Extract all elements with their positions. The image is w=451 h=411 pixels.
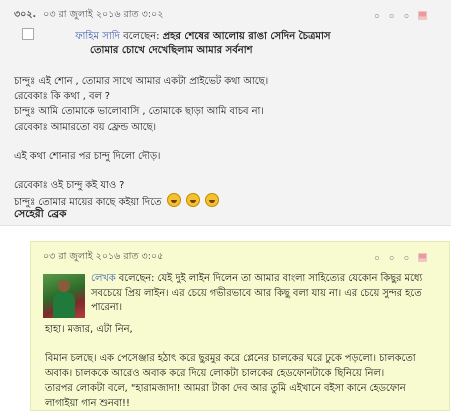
reply-count[interactable]: ০ [403, 251, 409, 266]
body-line: তারপর লোকটা বলে, "হারামজাদা! আমরা টাকা দ… [45, 383, 406, 409]
said-label: বলেছেন: [118, 273, 155, 284]
body-line-with-emoticons: চান্দুঃ তোমার মায়ের কাছে কইয়া দিতে [14, 193, 439, 210]
body-line: হাহা। মজার, এটা নিন, [45, 324, 133, 335]
signature: সেহেরী ব্রেক [14, 208, 67, 220]
author-link[interactable]: ফাহিম সাদি [75, 31, 120, 42]
comment-reply: ০৩ রা জুলাই ২০১৬ রাত ৩:০৫ ০ ০ ০ লেখক বলে… [30, 241, 450, 411]
said-label: বলেছেন: [123, 31, 160, 42]
reply-count[interactable]: ০ [403, 9, 409, 24]
comment-title-line1: প্রহর শেষের আলোয় রাঙা সেদিন চৈত্রমাস [162, 31, 331, 42]
dislike-count[interactable]: ০ [389, 9, 395, 24]
flag-icon[interactable] [418, 253, 428, 264]
comment-header: লেখক বলেছেন: যেই দুই লাইন দিলেন তা আমার … [91, 272, 441, 316]
comment-header: ফাহিম সাদি বলেছেন: প্রহর শেষের আলোয় রাঙ… [22, 28, 442, 44]
dislike-count[interactable]: ০ [389, 251, 395, 266]
laughing-emoticon-icon [204, 193, 219, 208]
comment-tools: ০ ০ ০ [368, 251, 428, 266]
comment-number: ৩০২. [14, 9, 37, 20]
comment-meta: ৩০২. ০৩ রা জুলাই ২০১৬ রাত ৩:০২ [14, 8, 163, 23]
body-line: রেবেকাঃ ওই চান্দু কই যাও ? [14, 180, 125, 192]
body-line: রেবেকাঃ আমারতো বয় ফ্রেন্ড আছে। [14, 121, 157, 133]
comment-tools: ০ ০ ০ [368, 9, 428, 24]
body-line: এই কথা শোনার পর চান্দু দিলো দৌড়। [14, 150, 161, 162]
comment-body: হাহা। মজার, এটা নিন, বিমান চলছে। এক পেসে… [45, 322, 440, 411]
like-count[interactable]: ০ [374, 9, 380, 24]
flag-icon[interactable] [418, 11, 428, 22]
body-line: বিমান চলছে। এক পেসেঞ্জার হঠাৎ করে ছুরমুর… [45, 353, 416, 379]
comment-date[interactable]: ০৩ রা জুলাই ২০১৬ রাত ৩:০২ [43, 9, 163, 20]
comment-302: ৩০২. ০৩ রা জুলাই ২০১৬ রাত ৩:০২ ০ ০ ০ ফাহ… [0, 0, 451, 226]
author-avatar[interactable] [43, 274, 85, 318]
comment-date[interactable]: ০৩ রা জুলাই ২০১৬ রাত ৩:০৫ [43, 251, 163, 262]
broken-image-icon [22, 28, 34, 40]
like-count[interactable]: ০ [374, 251, 380, 266]
body-line: চান্দুঃ এই শোন , তোমার সাথে আমার একটা প্… [14, 76, 269, 87]
author-link[interactable]: লেখক [91, 273, 116, 284]
body-line: রেবেকাঃ কি কথা , বল ? [14, 91, 111, 103]
comment-meta: ০৩ রা জুলাই ২০১৬ রাত ৩:০৫ [43, 250, 163, 265]
body-line: চান্দুঃ আমি তোমাকে ভালোবাসি , তোমাকে ছাড… [14, 106, 264, 118]
laughing-emoticon-icon [185, 193, 200, 208]
laughing-emoticon-icon [166, 193, 181, 208]
comment-body: চান্দুঃ এই শোন , তোমার সাথে আমার একটা প্… [14, 74, 439, 210]
comment-title-line2: তোমার চোখে দেখেছিলাম আমার সর্বনাশ [90, 45, 253, 56]
